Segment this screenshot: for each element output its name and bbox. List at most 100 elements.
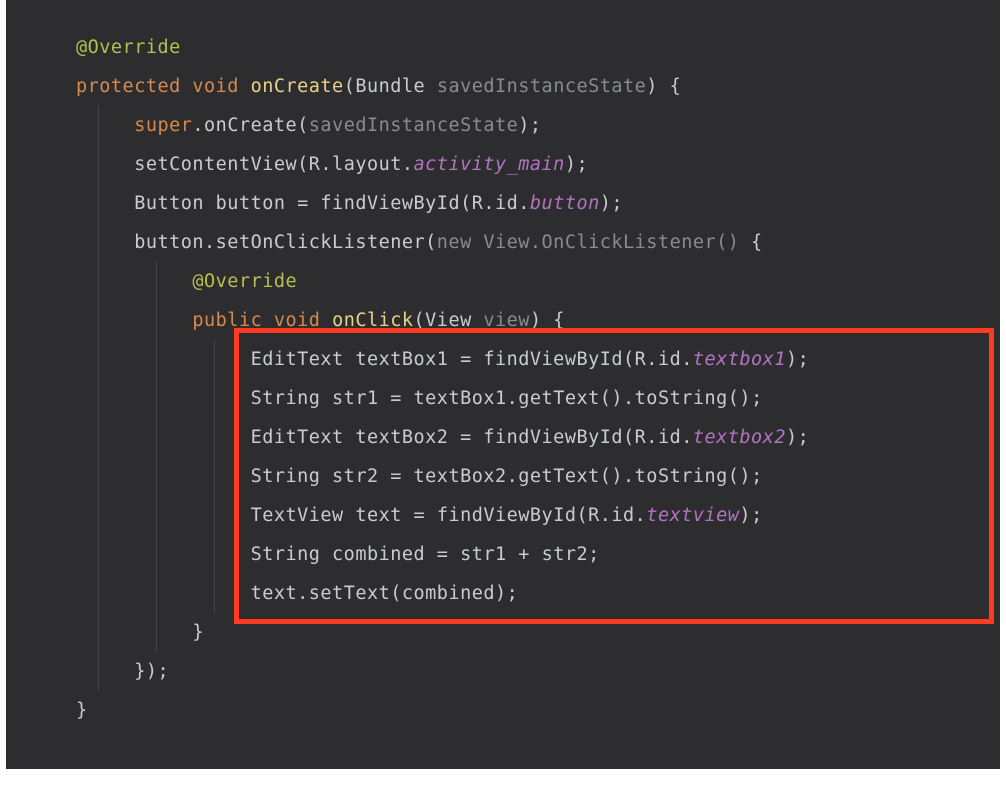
code-line: @Override (6, 28, 1000, 67)
keyword-void: void (274, 310, 321, 331)
code-line: setContentView(R.layout.activity_main); (6, 145, 1000, 184)
annotation: @Override (76, 37, 181, 58)
semi: ; (588, 544, 600, 565)
dot: . (646, 427, 658, 448)
dot: . (646, 349, 658, 370)
parens: () (600, 388, 623, 409)
code-editor[interactable]: @Override protected void onCreate(Bundle… (6, 0, 1000, 769)
keyword-super: super (134, 115, 192, 136)
dot: . (483, 193, 495, 214)
method-call: findViewById (320, 193, 460, 214)
class-ref: R (472, 193, 484, 214)
op-eq: = (448, 427, 483, 448)
dot: . (518, 193, 530, 214)
space (472, 310, 484, 331)
close: }); (134, 661, 169, 682)
method-call: toString (635, 466, 728, 487)
semi: ; (507, 583, 519, 604)
variable: textBox2 (414, 466, 507, 487)
dot: . (623, 466, 635, 487)
type: String (251, 388, 321, 409)
method-call: findViewById (437, 505, 577, 526)
dot: . (681, 349, 693, 370)
punct: ) (518, 115, 530, 136)
code-line: button.setOnClickListener(new View.OnCli… (6, 223, 1000, 262)
space (320, 310, 332, 331)
method-call: findViewById (483, 427, 623, 448)
op-eq: = (402, 505, 437, 526)
brace: { (658, 76, 681, 97)
brace: } (192, 622, 204, 643)
class-ref: R (635, 427, 647, 448)
variable: combined (332, 544, 425, 565)
code-line: public void onClick(View view) { (6, 301, 1000, 340)
code-line: }); (6, 652, 1000, 691)
class-ref: R (588, 505, 600, 526)
dot: . (507, 466, 519, 487)
field: layout (332, 154, 402, 175)
dot: . (681, 427, 693, 448)
code-line: String str1 = textBox1.getText().toStrin… (6, 379, 1000, 418)
field: id (611, 505, 634, 526)
variable: textBox2 (355, 427, 448, 448)
dot: . (297, 583, 309, 604)
variable: text (355, 505, 402, 526)
op-eq: = (379, 388, 414, 409)
code-line: EditText textBox1 = findViewById(R.id.te… (6, 340, 1000, 379)
punct: ( (414, 310, 426, 331)
punct: ) (786, 427, 798, 448)
code-line: TextView text = findViewById(R.id.textvi… (6, 496, 1000, 535)
code-line: String str2 = textBox2.getText().toStrin… (6, 457, 1000, 496)
dot: . (600, 505, 612, 526)
punct: ) (739, 505, 751, 526)
code-line: Button button = findViewById(R.id.button… (6, 184, 1000, 223)
parens: () (600, 466, 623, 487)
code-line: } (6, 691, 1000, 730)
variable: textBox1 (355, 349, 448, 370)
semi: ; (530, 115, 542, 136)
annotation: @Override (192, 271, 297, 292)
dot: . (623, 388, 635, 409)
method-call: setText (309, 583, 390, 604)
space (204, 193, 216, 214)
punct: ) (565, 154, 577, 175)
param: savedInstanceState (437, 76, 646, 97)
class-ref: R (309, 154, 321, 175)
punct: ( (576, 505, 588, 526)
space (320, 466, 332, 487)
resource-id: button (530, 193, 600, 214)
variable: button (134, 232, 204, 253)
type: String (251, 544, 321, 565)
semi: ; (576, 154, 588, 175)
punct: ) (646, 76, 658, 97)
punct: ) (786, 349, 798, 370)
punct: ) (530, 310, 542, 331)
variable: button (216, 193, 286, 214)
method-call: setContentView (134, 154, 297, 175)
keyword-void: void (192, 76, 239, 97)
parens: () (716, 232, 739, 253)
type: View (425, 310, 472, 331)
type: EditText (251, 349, 344, 370)
space (320, 388, 332, 409)
resource-id: textview (646, 505, 739, 526)
method-name: onClick (332, 310, 413, 331)
dot: . (320, 154, 332, 175)
code-line: text.setText(combined); (6, 574, 1000, 613)
type: Bundle (355, 76, 425, 97)
space (344, 349, 356, 370)
code-line: @Override (6, 262, 1000, 301)
field: id (658, 427, 681, 448)
dot: . (507, 388, 519, 409)
punct: ) (600, 193, 612, 214)
variable: str2 (542, 544, 589, 565)
method-call: getText (518, 466, 599, 487)
punct: ( (390, 583, 402, 604)
brace: } (76, 700, 88, 721)
keyword-public: public (192, 310, 262, 331)
brace: { (739, 232, 762, 253)
parens: () (728, 466, 751, 487)
method-call: toString (635, 388, 728, 409)
space (425, 76, 437, 97)
variable: str1 (460, 544, 507, 565)
